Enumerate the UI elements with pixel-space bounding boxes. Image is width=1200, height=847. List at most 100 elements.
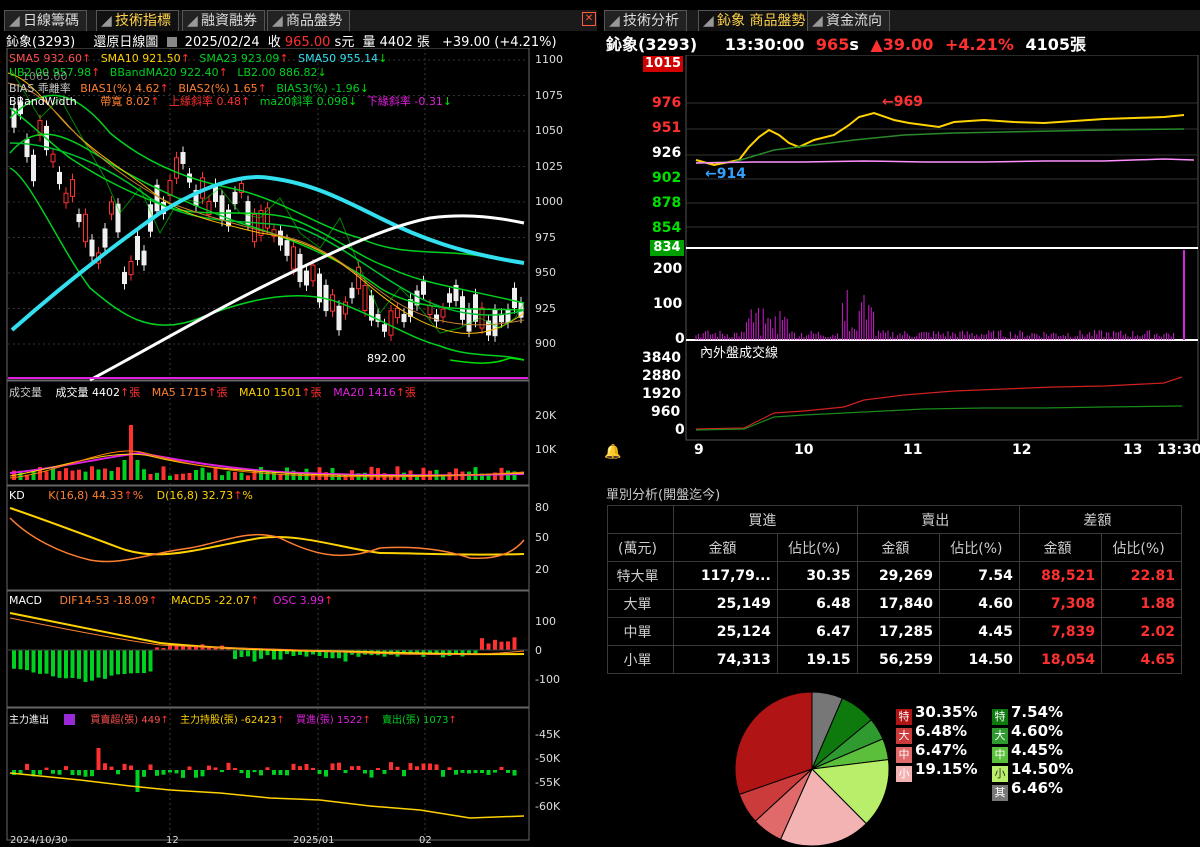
tab-money-flow[interactable]: ◢ 資金流向 bbox=[807, 10, 890, 31]
main-force-bar bbox=[51, 770, 55, 774]
candle-body bbox=[24, 138, 30, 158]
main-force-bar bbox=[506, 770, 510, 773]
cell: 7.54 bbox=[938, 561, 1020, 590]
tab-tech-indicator[interactable]: ◢ 技術指標 bbox=[96, 10, 179, 31]
main-force-bar bbox=[122, 763, 127, 770]
tab-stock-quote[interactable]: ◢ 鈊象 商品盤勢 bbox=[698, 10, 814, 31]
candle-body bbox=[50, 153, 56, 163]
close-icon[interactable]: ✕ bbox=[582, 12, 596, 26]
main-force-bar bbox=[408, 763, 413, 770]
volume-bar bbox=[109, 470, 114, 480]
candle-body bbox=[440, 308, 446, 318]
sma5-line bbox=[7, 72, 525, 334]
volume-bar bbox=[168, 475, 172, 480]
rt-price-unit: s bbox=[849, 35, 859, 54]
volume-bar bbox=[421, 467, 426, 480]
inout-axis-960: 960 bbox=[651, 404, 681, 420]
settings-icon[interactable] bbox=[64, 714, 76, 725]
group-diff: 差額 bbox=[1018, 505, 1183, 534]
main-force-bar bbox=[415, 766, 419, 770]
intraday-volume-bars bbox=[695, 290, 1175, 340]
volume-bar bbox=[148, 473, 153, 480]
main-force-bar bbox=[70, 770, 75, 775]
legend-value: 7.54% bbox=[1011, 703, 1064, 721]
osc-bar bbox=[57, 650, 62, 678]
tab-tech-analysis[interactable]: ◢ 技術分析 bbox=[604, 10, 687, 31]
main-force-bar bbox=[168, 770, 172, 773]
col-diff-amt: 金額 bbox=[1018, 533, 1103, 562]
peak-label: 1065.00 bbox=[22, 70, 68, 83]
volume-bar bbox=[77, 469, 81, 480]
main-force-bar bbox=[324, 770, 328, 777]
candle-body bbox=[401, 313, 407, 323]
osc-bar bbox=[83, 650, 88, 682]
tab-label: 融資融券 bbox=[201, 13, 257, 29]
time-axis-12: 12 bbox=[1012, 442, 1032, 458]
checkbox-icon[interactable] bbox=[166, 37, 177, 47]
legend-item: 其 6.46% bbox=[992, 779, 1073, 801]
main-force-bar bbox=[155, 770, 159, 776]
main-force-bar bbox=[174, 770, 179, 774]
volume-legend: 成交量 成交量 4402↑張 MA5 1715↑張 MA10 1501↑張 MA… bbox=[9, 386, 416, 399]
candle-body bbox=[141, 250, 147, 266]
rt-vol-axis-200: 200 bbox=[653, 261, 683, 277]
cell: 17,285 bbox=[856, 617, 940, 646]
kd-d: D(16,8) 32.73 bbox=[156, 489, 234, 502]
main-force-bar bbox=[512, 770, 517, 776]
main-force-bar bbox=[421, 763, 426, 770]
vol-value: 成交量 4402 bbox=[55, 386, 121, 399]
rt-axis-label: 854 bbox=[652, 220, 682, 236]
order-pie-chart bbox=[734, 691, 890, 847]
osc-bar bbox=[116, 650, 120, 675]
main-force-bar bbox=[90, 770, 94, 777]
main-force-bar bbox=[376, 767, 380, 770]
candle-body bbox=[70, 179, 75, 197]
macd-osc-bars bbox=[12, 637, 517, 682]
candle-body bbox=[505, 309, 511, 323]
candle-body bbox=[128, 260, 134, 276]
main-force-bar bbox=[64, 766, 68, 770]
main-force-bar bbox=[285, 770, 289, 776]
bw-legend: BBandWidth 帶寬 8.02↑ 上緣斜率 0.48↑ ma20斜率 0.… bbox=[9, 95, 453, 108]
tab-quote[interactable]: ◢ 商品盤勢 bbox=[267, 10, 350, 31]
time-axis-10: 10 bbox=[794, 442, 814, 458]
volume-bar bbox=[83, 471, 88, 480]
volume-bar bbox=[187, 472, 192, 480]
main-buy-sell: 買賣超(張) 449 bbox=[90, 715, 161, 726]
volume-bar bbox=[161, 466, 166, 480]
col-diff-pct: 佔比(%) bbox=[1101, 533, 1182, 562]
volume-bar bbox=[142, 469, 146, 480]
candle-body bbox=[427, 304, 433, 316]
osc-bar bbox=[252, 650, 257, 662]
intraday-chart bbox=[685, 55, 1199, 441]
bw-ma-slope: ma20斜率 0.098 bbox=[259, 95, 349, 108]
price-axis-label: 1025 bbox=[535, 159, 563, 173]
osc-bar bbox=[233, 650, 237, 660]
kd-d-line bbox=[9, 507, 525, 556]
row-label: 中單 bbox=[606, 617, 675, 646]
candle-body bbox=[57, 171, 62, 185]
osc-bar bbox=[25, 650, 29, 671]
table-row: 大單 25,149 6.48 17,840 4.60 7,308 1.88 bbox=[606, 589, 1182, 618]
tab-daily-chips[interactable]: ◢ 日線籌碼 bbox=[4, 10, 87, 31]
legend-item: 小 14.50% bbox=[992, 760, 1073, 782]
cell: 25,124 bbox=[673, 617, 778, 646]
bell-icon[interactable]: 🔔 bbox=[604, 444, 622, 460]
cell: 18,054 bbox=[1018, 645, 1103, 674]
main-force-bar bbox=[298, 766, 302, 770]
volume-bar bbox=[44, 471, 49, 480]
candle-body bbox=[109, 201, 114, 215]
rt-axis-label: 976 bbox=[652, 95, 682, 111]
tab-margin[interactable]: ◢ 融資融券 bbox=[182, 10, 265, 31]
rt-time: 13:30:00 bbox=[724, 35, 805, 54]
main-force-bar bbox=[103, 763, 107, 770]
cell: 29,269 bbox=[856, 561, 940, 590]
row-label: 特大單 bbox=[606, 561, 675, 590]
candle-body bbox=[76, 213, 82, 223]
osc-bar bbox=[246, 650, 250, 657]
main-force-bar bbox=[187, 766, 192, 770]
pie-legend-buy: 特 30.35% 大 6.48% 中 6.47% 小 19.15% bbox=[896, 703, 977, 782]
cell: 2.02 bbox=[1101, 617, 1182, 646]
inout-axis-2880: 2880 bbox=[642, 368, 681, 384]
candle-body bbox=[83, 213, 88, 243]
